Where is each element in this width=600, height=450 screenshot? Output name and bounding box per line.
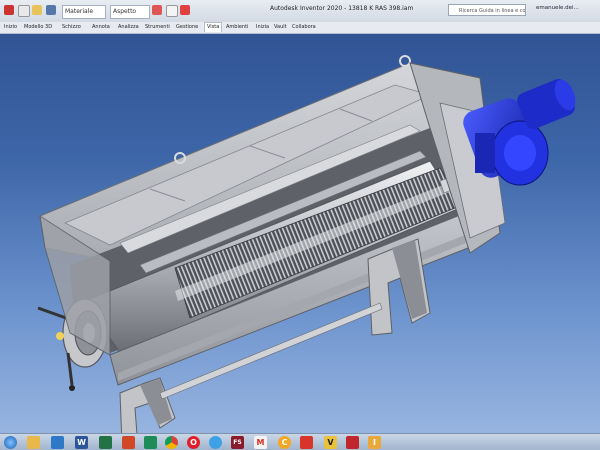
user-account[interactable]: emanuele.dei... — [536, 5, 579, 11]
c-glyph: C — [281, 438, 288, 447]
tab-schizzo[interactable]: Schizzo — [62, 23, 81, 32]
tab-annota[interactable]: Annota — [92, 23, 110, 32]
autocad-icon[interactable] — [346, 436, 359, 449]
tab-inizia[interactable]: Inizia — [256, 23, 269, 32]
windows-taskbar: W O FS M C V I — [0, 433, 600, 450]
help-search-input[interactable]: Ricerca Guida in linea e comandi — [448, 4, 526, 16]
tab-gestione[interactable]: Gestione — [176, 23, 198, 32]
open-file-icon[interactable] — [32, 5, 42, 15]
title-bar: Materiale Aspetto Autodesk Inventor 2020… — [0, 0, 600, 23]
mail-icon[interactable] — [51, 436, 64, 449]
inventor-window: Materiale Aspetto Autodesk Inventor 2020… — [0, 0, 600, 450]
model-render — [37, 55, 576, 449]
fs-glyph: FS — [233, 439, 242, 446]
fs-icon[interactable]: FS — [231, 436, 244, 449]
word-icon[interactable]: W — [75, 436, 88, 449]
material-label: Materiale — [65, 8, 94, 15]
excel-icon[interactable] — [99, 436, 112, 449]
formula-icon[interactable] — [166, 5, 178, 17]
video-icon[interactable] — [300, 436, 313, 449]
add-icon[interactable] — [180, 5, 190, 15]
gmail-glyph: M — [256, 438, 265, 447]
lifting-eye — [399, 55, 411, 67]
appearance-label: Aspetto — [113, 8, 137, 15]
onenote-icon[interactable] — [144, 436, 157, 449]
tab-strumenti[interactable]: Strumenti — [145, 23, 170, 32]
v-glyph: V — [327, 438, 334, 447]
graphics-viewport[interactable] — [0, 33, 600, 449]
tab-collabora[interactable]: Collabora — [292, 23, 316, 32]
v-icon[interactable]: V — [324, 436, 337, 449]
tab-inizio[interactable]: Inizio — [4, 23, 17, 32]
c-icon[interactable]: C — [278, 436, 291, 449]
chrome-icon[interactable] — [165, 436, 178, 449]
save-icon[interactable] — [46, 5, 56, 15]
powerpoint-icon[interactable] — [122, 436, 135, 449]
inventor-glyph: I — [373, 438, 376, 447]
app-menu-icon[interactable] — [4, 5, 14, 15]
appearance-icon[interactable] — [152, 5, 162, 15]
tab-vault[interactable]: Vault — [274, 23, 287, 32]
gmail-icon[interactable]: M — [254, 436, 267, 449]
tab-analizza[interactable]: Analizza — [118, 23, 139, 32]
new-file-icon[interactable] — [18, 5, 30, 17]
inventor-icon[interactable]: I — [368, 436, 381, 449]
start-icon[interactable] — [4, 436, 17, 449]
appearance-dropdown[interactable]: Aspetto — [110, 5, 150, 19]
opera-glyph: O — [190, 438, 197, 447]
tab-modello-3d[interactable]: Modello 3D — [24, 23, 52, 32]
tab-vista[interactable]: Vista — [204, 22, 223, 32]
window-title: Autodesk Inventor 2020 - 13818 K RAS 398… — [270, 5, 414, 12]
tab-ambienti[interactable]: Ambienti — [226, 23, 248, 32]
opera-icon[interactable]: O — [187, 436, 200, 449]
handwheel-lever — [37, 306, 67, 320]
browser-icon[interactable] — [209, 436, 222, 449]
word-glyph: W — [77, 438, 86, 447]
folder-icon[interactable] — [27, 436, 40, 449]
material-dropdown[interactable]: Materiale — [62, 5, 106, 19]
